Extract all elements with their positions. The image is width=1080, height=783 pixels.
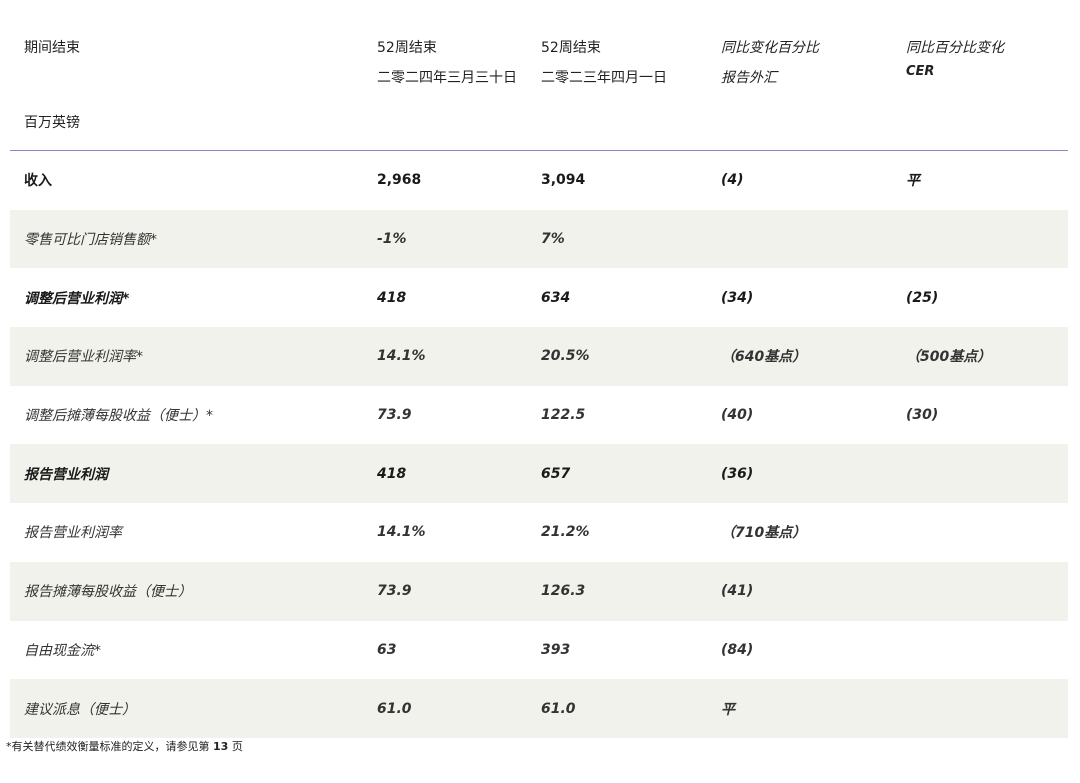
value-reported-change: （710基点） [721, 525, 807, 542]
header-2023: 52周结束 二零二三年四月一日 [541, 33, 667, 93]
value-reported-change: (34) [721, 289, 754, 306]
row-label: 自由现金流* [24, 642, 101, 659]
header-reported-line1: 同比变化百分比 [721, 40, 819, 56]
table-row: 报告营业利润 418 657 (36) [10, 444, 1068, 504]
row-label: 建议派息（便士） [24, 701, 136, 718]
footnote-page-number: 13 [213, 740, 229, 753]
value-reported-change: 平 [721, 701, 735, 718]
table-header: 期间结束 百万英镑 52周结束 二零二四年三月三十日 52周结束 二零二三年四月… [10, 0, 1068, 151]
header-cer-line2: CER [906, 64, 935, 79]
row-label: 零售可比门店销售额* [24, 232, 157, 249]
value-reported-change: （640基点） [721, 349, 807, 366]
value-2024: 73.9 [377, 583, 412, 600]
value-cer-change: (25) [906, 289, 939, 306]
value-cer-change: （500基点） [906, 349, 992, 366]
table-row: 调整后营业利润率* 14.1% 20.5% （640基点） （500基点） [10, 327, 1068, 386]
header-cer-line1: 同比百分比变化 [906, 40, 1004, 56]
value-2024: 2,968 [377, 172, 422, 189]
header-reported-change: 同比变化百分比 报告外汇 [721, 33, 819, 93]
header-period-label: 期间结束 [24, 40, 80, 56]
row-label: 调整后摊薄每股收益（便士）* [24, 408, 213, 425]
header-2024-line2: 二零二四年三月三十日 [377, 70, 517, 86]
value-2024: 14.1% [377, 348, 426, 365]
financial-summary-table: 期间结束 百万英镑 52周结束 二零二四年三月三十日 52周结束 二零二三年四月… [10, 0, 1068, 738]
header-2023-line1: 52周结束 [541, 40, 601, 56]
value-2023: 7% [541, 231, 565, 248]
header-cer-change: 同比百分比变化 CER [906, 36, 1004, 84]
header-unit-label: 百万英镑 [24, 115, 80, 131]
value-2023: 393 [541, 641, 571, 658]
value-2023: 61.0 [541, 700, 576, 717]
row-label: 调整后营业利润* [24, 290, 130, 307]
value-2024: 73.9 [377, 407, 412, 424]
header-reported-line2: 报告外汇 [721, 70, 777, 86]
row-label: 报告营业利润 [24, 466, 108, 483]
value-reported-change: (4) [721, 172, 744, 189]
table-row: 收入 2,968 3,094 (4) 平 [10, 151, 1068, 210]
footnote-suffix: 页 [231, 740, 243, 753]
header-2024-line1: 52周结束 [377, 40, 437, 56]
header-2024: 52周结束 二零二四年三月三十日 [377, 33, 527, 93]
footnote: *有关替代绩效衡量标准的定义，请参见第 13 页 [6, 738, 243, 754]
value-2023: 657 [541, 465, 571, 482]
value-2024: 63 [377, 641, 397, 658]
row-label: 收入 [24, 173, 52, 190]
value-2023: 21.2% [541, 524, 590, 541]
value-2024: 418 [377, 289, 407, 306]
value-2024: 418 [377, 465, 407, 482]
value-2023: 122.5 [541, 407, 586, 424]
value-2024: -1% [377, 231, 407, 248]
table-row: 自由现金流* 63 393 (84) [10, 621, 1068, 680]
table-row: 报告营业利润率 14.1% 21.2% （710基点） [10, 503, 1068, 562]
row-label: 报告营业利润率 [24, 525, 122, 542]
value-cer-change: 平 [906, 173, 920, 190]
header-2023-line2: 二零二三年四月一日 [541, 70, 667, 86]
value-2023: 634 [541, 289, 571, 306]
table-row: 调整后营业利润* 418 634 (34) (25) [10, 268, 1068, 327]
value-2023: 126.3 [541, 583, 586, 600]
value-reported-change: (36) [721, 465, 754, 482]
value-reported-change: (84) [721, 641, 754, 658]
table-row: 零售可比门店销售额* -1% 7% [10, 209, 1068, 269]
value-2024: 61.0 [377, 700, 412, 717]
row-label: 调整后营业利润率* [24, 349, 143, 366]
value-2023: 20.5% [541, 348, 590, 365]
row-label: 报告摊薄每股收益（便士） [24, 584, 192, 601]
table-row: 报告摊薄每股收益（便士） 73.9 126.3 (41) [10, 561, 1068, 621]
value-reported-change: (40) [721, 407, 754, 424]
value-cer-change: (30) [906, 407, 939, 424]
value-reported-change: (41) [721, 583, 754, 600]
footnote-text: *有关替代绩效衡量标准的定义，请参见第 [6, 740, 210, 753]
value-2023: 3,094 [541, 172, 586, 189]
value-2024: 14.1% [377, 524, 426, 541]
table-row: 调整后摊薄每股收益（便士）* 73.9 122.5 (40) (30) [10, 386, 1068, 445]
header-period-ended: 期间结束 百万英镑 [24, 33, 80, 131]
table-row: 建议派息（便士） 61.0 61.0 平 [10, 679, 1068, 738]
